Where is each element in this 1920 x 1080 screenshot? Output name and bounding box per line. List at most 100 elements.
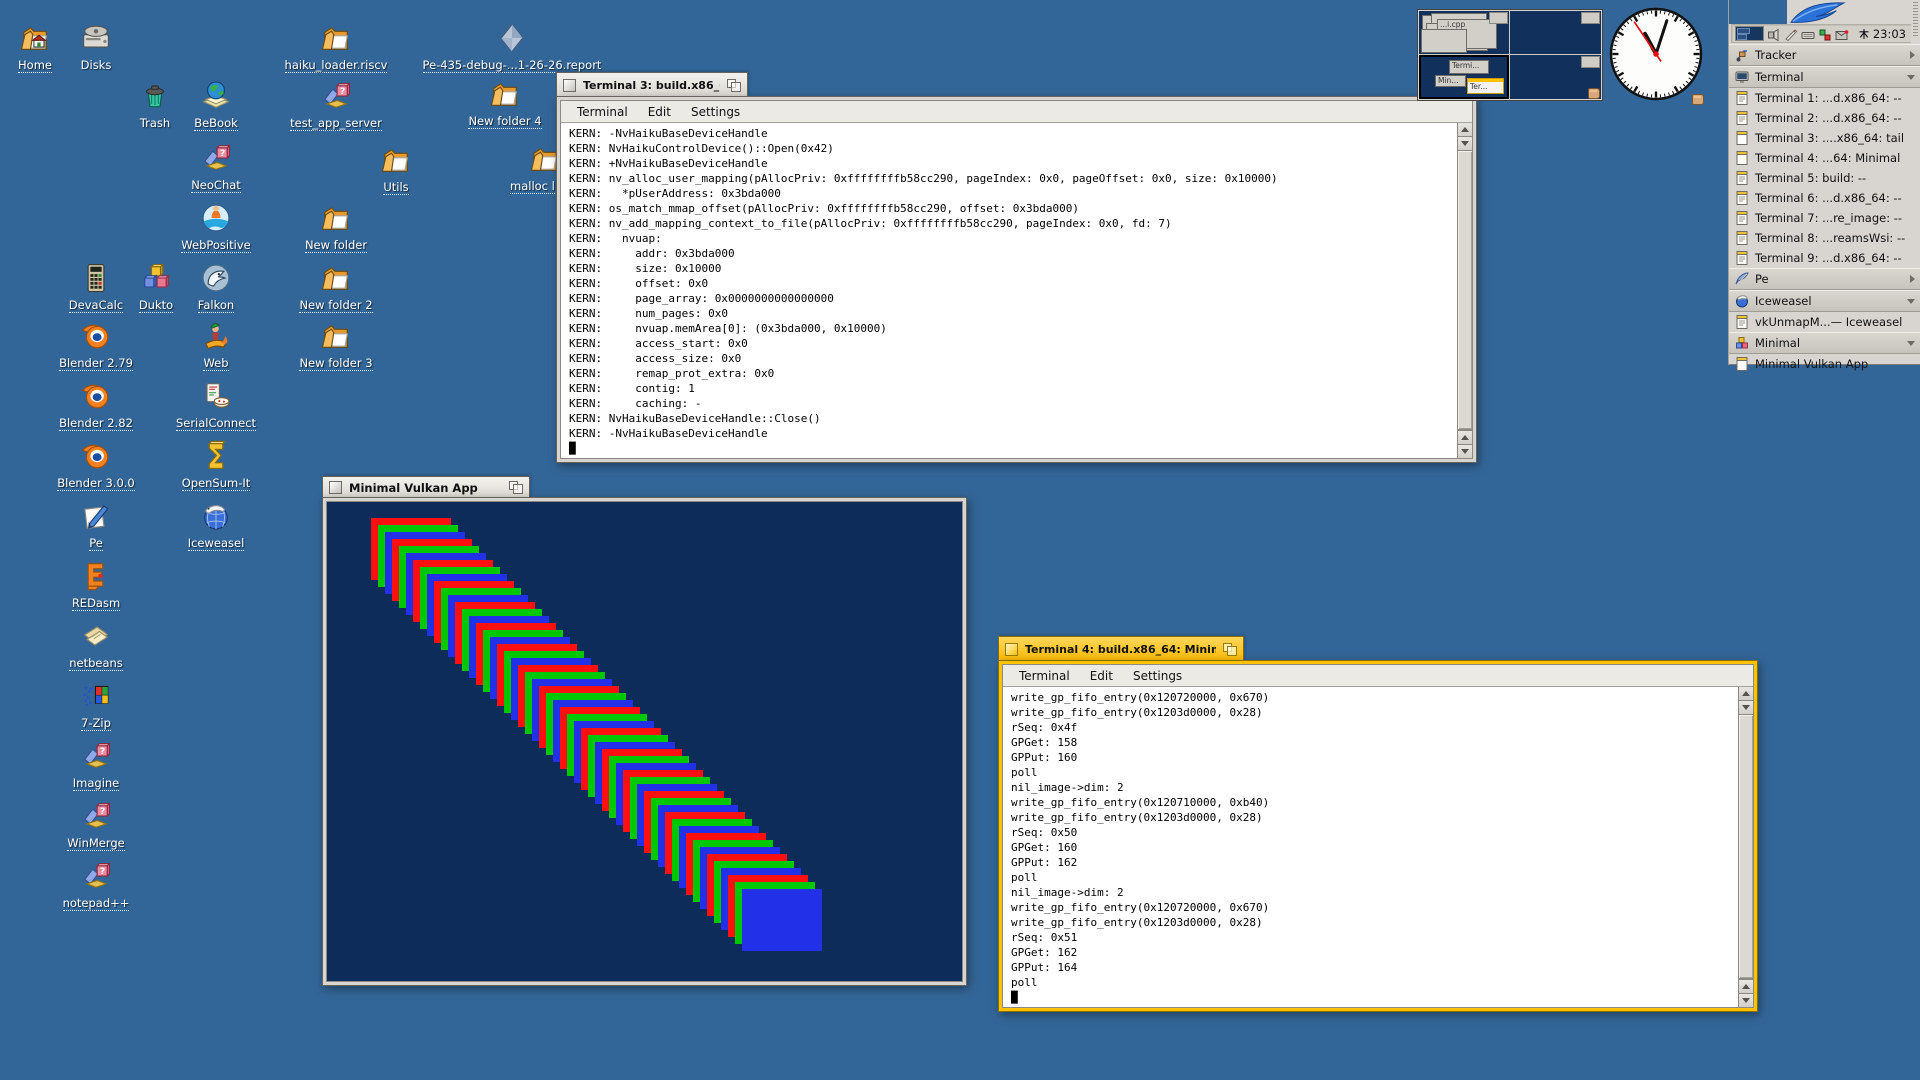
deskbar-item-minimal-vulkan-app[interactable]: Minimal Vulkan App xyxy=(1729,354,1920,374)
terminal4-titlebar[interactable]: Terminal 4: build.x86_64: Minimal xyxy=(998,636,1244,661)
terminal4-scrollbar[interactable] xyxy=(1738,687,1753,1007)
terminal3-output[interactable]: KERN: -NvHaikuBaseDeviceHandle KERN: NvH… xyxy=(561,123,1457,458)
scroll-up-icon[interactable] xyxy=(1458,123,1472,137)
deskbar-item-terminal-1-d-x86-64[interactable]: Terminal 1: ...d.x86_64: -- xyxy=(1729,88,1920,108)
analog-clock[interactable] xyxy=(1606,4,1706,108)
workspace-mini-window: Termi... xyxy=(1449,60,1489,74)
expander-down-icon[interactable] xyxy=(1907,299,1915,304)
expander-down-icon[interactable] xyxy=(1907,75,1915,80)
vulkan-titlebar[interactable]: Minimal Vulkan App xyxy=(322,476,530,498)
deskbar-item-vkunmapm-iceweasel[interactable]: vkUnmapM...— Iceweasel xyxy=(1729,312,1920,332)
opensumit-icon xyxy=(198,438,234,474)
deskbar-item-terminal-9-d-x86-64[interactable]: Terminal 9: ...d.x86_64: -- xyxy=(1729,248,1920,268)
notes-icon[interactable] xyxy=(1784,27,1798,41)
blender-icon xyxy=(78,318,114,354)
desktop-icon-label: Imagine xyxy=(0,776,216,790)
trash-icon xyxy=(137,78,173,114)
deskbar-item-terminal-7-re-image[interactable]: Terminal 7: ...re_image: -- xyxy=(1729,208,1920,228)
deskbar-item-terminal-3-x86-64-tail[interactable]: Terminal 3: ....x86_64: tail xyxy=(1729,128,1920,148)
terminal4-output[interactable]: write_gp_fifo_entry(0x120720000, 0x670) … xyxy=(1003,687,1738,1007)
workspace-mini-deskbar xyxy=(1581,56,1600,68)
svg-text:?: ? xyxy=(340,87,345,97)
deskbar-item-iceweasel[interactable]: Iceweasel xyxy=(1729,290,1920,312)
deskbar-item-minimal[interactable]: Minimal xyxy=(1729,332,1920,354)
folder-icon xyxy=(318,260,354,296)
deskbar-item-label: Terminal 8: ...reamsWsi: -- xyxy=(1755,231,1905,245)
terminal3-scrollbar[interactable] xyxy=(1457,123,1472,458)
clock-grip-hand-icon[interactable] xyxy=(1692,94,1704,105)
menu-terminal[interactable]: Terminal xyxy=(1009,666,1080,686)
vulkan-window[interactable] xyxy=(322,497,967,986)
deskbar-item-pe[interactable]: Pe xyxy=(1729,268,1920,290)
deskbar-item-terminal-2-d-x86-64[interactable]: Terminal 2: ...d.x86_64: -- xyxy=(1729,108,1920,128)
scroll-down-icon[interactable] xyxy=(1739,993,1753,1007)
deskbar-item-label: Minimal xyxy=(1755,336,1800,350)
workspaces-applet[interactable]: ...i.cppTermi...Min...Ter... xyxy=(1418,10,1602,100)
menu-settings[interactable]: Settings xyxy=(1123,666,1192,686)
menu-edit[interactable]: Edit xyxy=(638,102,681,122)
terminal3-titlebar[interactable]: Terminal 3: build.x86_64: tail xyxy=(556,72,748,97)
tray-workspaces-icon[interactable] xyxy=(1735,26,1764,41)
deskbar-item-terminal-8-reamswsi[interactable]: Terminal 8: ...reamsWsi: -- xyxy=(1729,228,1920,248)
redasm-icon xyxy=(78,558,114,594)
workspace-cell-2[interactable] xyxy=(1510,11,1601,55)
tray-clock[interactable]: 23:03 xyxy=(1858,27,1908,41)
deskbar-item-terminal[interactable]: Terminal xyxy=(1729,66,1920,88)
deskbar-tray[interactable]: 23:03 xyxy=(1731,24,1911,43)
deskbar-item-label: Terminal 5: build: -- xyxy=(1755,171,1866,185)
workspaces-grip-hand-icon[interactable] xyxy=(1588,88,1600,99)
deskbar-item-terminal-4-64-minimal[interactable]: Terminal 4: ...64: Minimal xyxy=(1729,148,1920,168)
haiku-leaf-logo-icon[interactable] xyxy=(1789,1,1847,23)
zoom-icon[interactable] xyxy=(1223,643,1237,656)
desktop-icon-label: REDasm xyxy=(0,596,216,610)
terminal3-menubar: TerminalEditSettings xyxy=(561,101,1472,123)
keyboard-icon[interactable] xyxy=(1801,27,1815,41)
iceweasel-mini-icon xyxy=(1734,293,1750,309)
mail-icon[interactable] xyxy=(1835,27,1849,41)
zoom-icon[interactable] xyxy=(727,79,741,92)
menu-terminal[interactable]: Terminal xyxy=(567,102,638,122)
menu-settings[interactable]: Settings xyxy=(681,102,750,122)
expander-right-icon[interactable] xyxy=(1910,51,1915,59)
close-icon[interactable] xyxy=(329,481,342,494)
scroll-up-icon[interactable] xyxy=(1739,979,1753,993)
package-icon: ? xyxy=(78,798,114,834)
dukto-icon xyxy=(138,260,174,296)
volume-icon[interactable] xyxy=(1767,27,1781,41)
workspace-cell-1[interactable]: ...i.cpp xyxy=(1419,11,1510,55)
close-icon[interactable] xyxy=(1005,643,1018,656)
scroll-down-icon[interactable] xyxy=(1739,701,1753,715)
menu-edit[interactable]: Edit xyxy=(1080,666,1123,686)
expander-right-icon[interactable] xyxy=(1910,275,1915,283)
scroll-down-icon[interactable] xyxy=(1458,444,1472,458)
scroll-down-icon[interactable] xyxy=(1458,137,1472,151)
deskbar-item-tracker[interactable]: Tracker xyxy=(1729,44,1920,66)
scrollbar-thumb[interactable] xyxy=(1458,151,1472,430)
deskbar[interactable]: 23:03 Tracker TerminalTerminal 1: ...d.x8… xyxy=(1728,0,1920,365)
zoom-icon[interactable] xyxy=(509,481,523,494)
workspace-cell-3[interactable]: Termi...Min...Ter... xyxy=(1419,55,1510,99)
terminal4-menubar: TerminalEditSettings xyxy=(1003,665,1753,687)
desktop-icon-label: Pe-435-debug-...1-26-26.report xyxy=(392,58,632,72)
deskbar-item-label: Tracker xyxy=(1755,48,1797,62)
terminal4-window[interactable]: TerminalEditSettings write_gp_fifo_entry… xyxy=(998,660,1758,1012)
scroll-up-icon[interactable] xyxy=(1458,430,1472,444)
deskbar-grip-handle[interactable] xyxy=(1913,2,1918,38)
deskbar-item-terminal-5-build[interactable]: Terminal 5: build: -- xyxy=(1729,168,1920,188)
workspace-mini-deskbar xyxy=(1489,12,1508,24)
folder-icon xyxy=(487,76,523,112)
desktop-icon-label: notepad++ xyxy=(0,896,216,910)
workspace-mini-deskbar xyxy=(1581,12,1600,24)
terminal3-window[interactable]: TerminalEditSettings KERN: -NvHaikuBaseD… xyxy=(556,96,1477,463)
folder-icon xyxy=(378,142,414,178)
tracker-icon xyxy=(1734,47,1750,63)
folder-icon xyxy=(318,200,354,236)
scrollbar-thumb[interactable] xyxy=(1739,715,1753,979)
deskbar-item-terminal-6-d-x86-64[interactable]: Terminal 6: ...d.x86_64: -- xyxy=(1729,188,1920,208)
falkon-icon xyxy=(198,260,234,296)
scroll-up-icon[interactable] xyxy=(1739,687,1753,701)
package-icon: ? xyxy=(78,738,114,774)
expander-down-icon[interactable] xyxy=(1907,341,1915,346)
close-icon[interactable] xyxy=(563,79,576,92)
process-controller-icon[interactable] xyxy=(1818,27,1832,41)
